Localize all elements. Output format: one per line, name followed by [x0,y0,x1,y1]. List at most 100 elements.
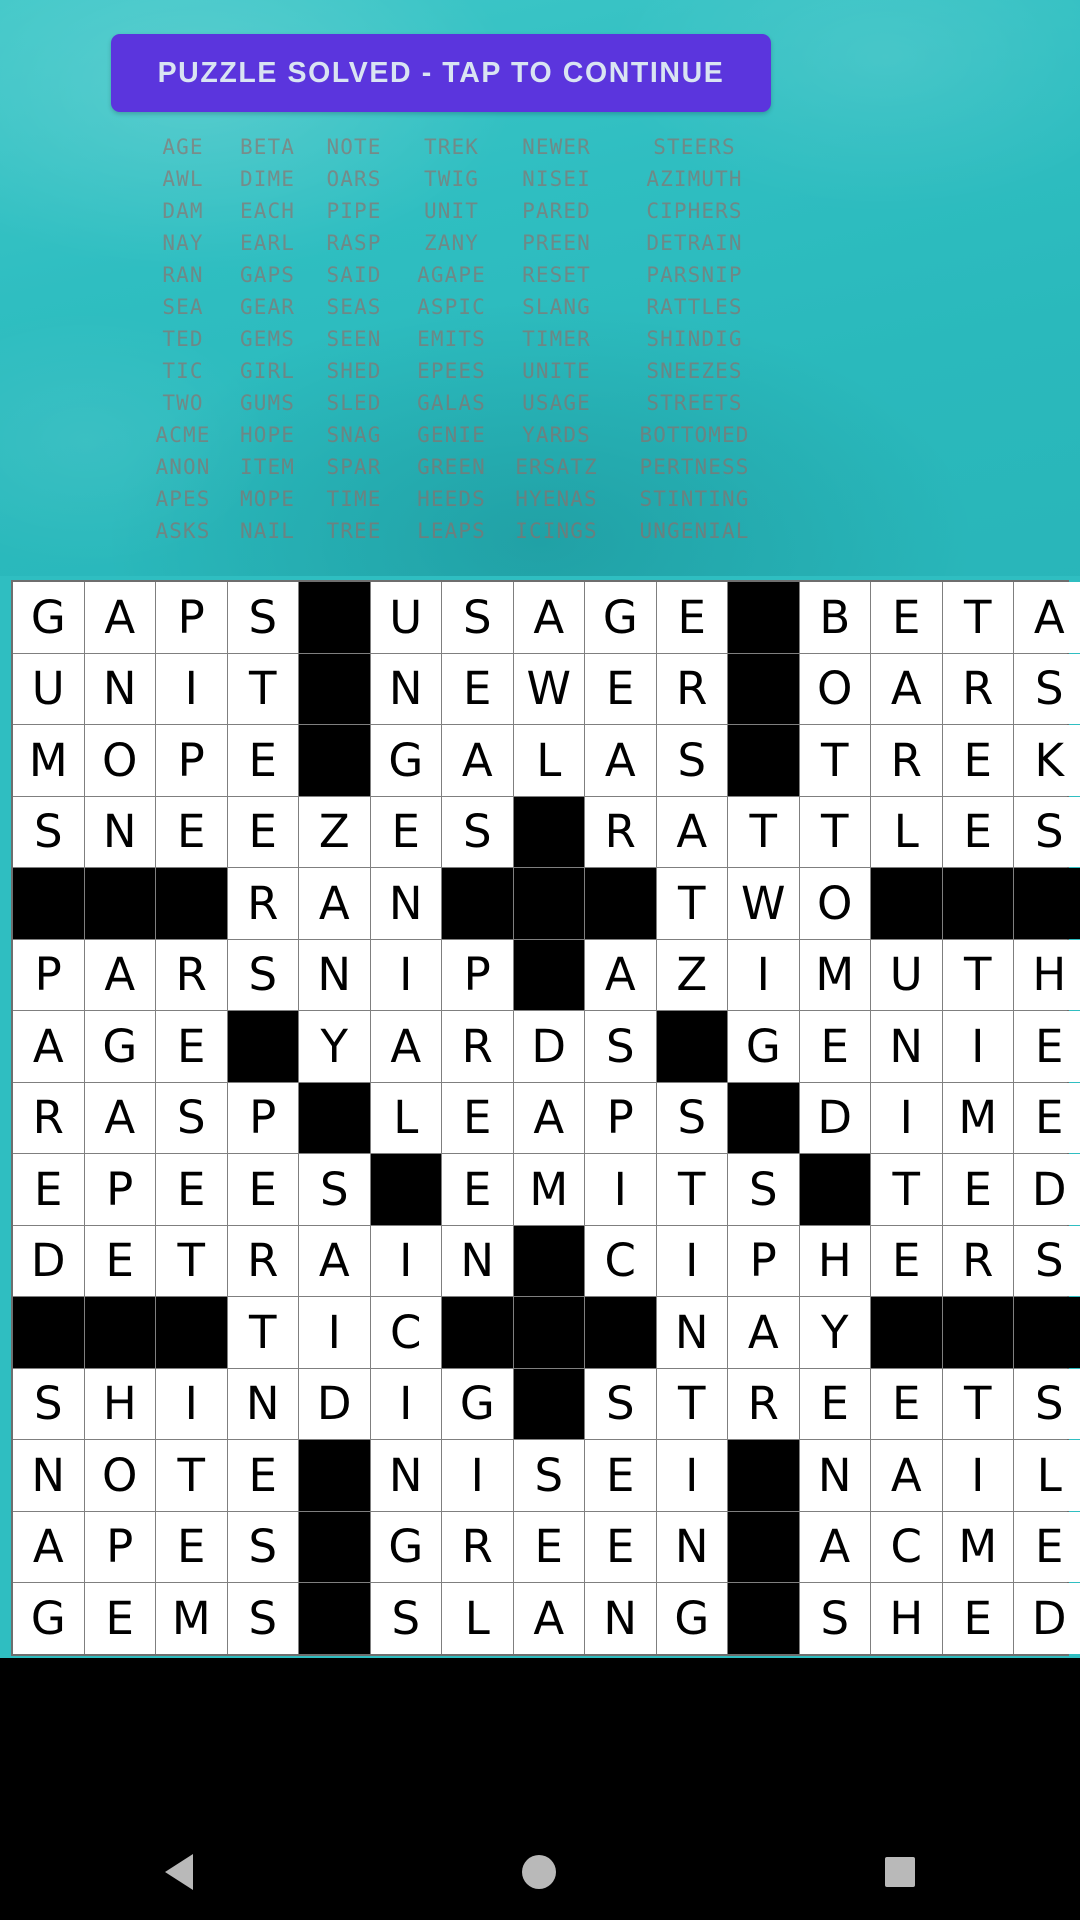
crossword-letter-cell[interactable]: T [799,725,870,796]
crossword-letter-cell[interactable]: H [799,1225,870,1296]
crossword-letter-cell[interactable]: E [13,1154,84,1225]
crossword-letter-cell[interactable]: N [871,1011,942,1082]
crossword-letter-cell[interactable]: I [942,1440,1013,1511]
crossword-letter-cell[interactable]: R [585,796,656,867]
crossword-letter-cell[interactable]: A [370,1011,441,1082]
crossword-letter-cell[interactable]: A [13,1011,84,1082]
crossword-letter-cell[interactable]: N [370,1440,441,1511]
crossword-letter-cell[interactable]: E [942,1154,1013,1225]
crossword-letter-cell[interactable]: E [227,1440,298,1511]
crossword-letter-cell[interactable]: D [1014,1583,1080,1654]
crossword-letter-cell[interactable]: O [84,725,155,796]
crossword-letter-cell[interactable]: I [156,653,227,724]
crossword-letter-cell[interactable]: D [799,1082,870,1153]
crossword-letter-cell[interactable]: E [656,582,727,653]
crossword-letter-cell[interactable]: E [227,1154,298,1225]
crossword-letter-cell[interactable]: T [656,1368,727,1439]
crossword-letter-cell[interactable]: T [942,582,1013,653]
crossword-letter-cell[interactable]: S [227,939,298,1010]
crossword-letter-cell[interactable]: G [728,1011,799,1082]
crossword-letter-cell[interactable]: N [84,796,155,867]
crossword-letter-cell[interactable]: Z [299,796,370,867]
crossword-letter-cell[interactable]: G [370,725,441,796]
crossword-letter-cell[interactable]: I [585,1154,656,1225]
crossword-letter-cell[interactable]: S [728,1154,799,1225]
crossword-letter-cell[interactable]: L [370,1082,441,1153]
crossword-letter-cell[interactable]: T [227,653,298,724]
crossword-letter-cell[interactable]: G [442,1368,513,1439]
crossword-letter-cell[interactable]: E [1014,1511,1080,1582]
crossword-letter-cell[interactable]: I [370,1225,441,1296]
crossword-letter-cell[interactable]: E [227,796,298,867]
crossword-letter-cell[interactable]: A [728,1297,799,1368]
crossword-letter-cell[interactable]: W [513,653,584,724]
crossword-letter-cell[interactable]: E [156,796,227,867]
crossword-letter-cell[interactable]: R [942,1225,1013,1296]
crossword-letter-cell[interactable]: G [585,582,656,653]
crossword-letter-cell[interactable]: H [84,1368,155,1439]
crossword-letter-cell[interactable]: E [942,1583,1013,1654]
crossword-letter-cell[interactable]: G [656,1583,727,1654]
crossword-letter-cell[interactable]: I [942,1011,1013,1082]
crossword-letter-cell[interactable]: E [370,796,441,867]
crossword-letter-cell[interactable]: E [442,653,513,724]
crossword-letter-cell[interactable]: U [871,939,942,1010]
crossword-letter-cell[interactable]: G [13,1583,84,1654]
crossword-letter-cell[interactable]: R [656,653,727,724]
crossword-letter-cell[interactable]: N [227,1368,298,1439]
crossword-letter-cell[interactable]: S [513,1440,584,1511]
crossword-letter-cell[interactable]: R [442,1511,513,1582]
crossword-letter-cell[interactable]: E [871,582,942,653]
crossword-letter-cell[interactable]: P [227,1082,298,1153]
crossword-letter-cell[interactable]: H [871,1583,942,1654]
crossword-letter-cell[interactable]: T [156,1225,227,1296]
crossword-letter-cell[interactable]: A [656,796,727,867]
crossword-letter-cell[interactable]: P [13,939,84,1010]
crossword-letter-cell[interactable]: T [942,1368,1013,1439]
crossword-letter-cell[interactable]: I [728,939,799,1010]
crossword-letter-cell[interactable]: E [871,1225,942,1296]
crossword-letter-cell[interactable]: L [1014,1440,1080,1511]
crossword-letter-cell[interactable]: E [585,653,656,724]
crossword-letter-cell[interactable]: S [227,1583,298,1654]
crossword-letter-cell[interactable]: S [1014,653,1080,724]
crossword-letter-cell[interactable]: L [442,1583,513,1654]
crossword-letter-cell[interactable]: M [942,1511,1013,1582]
crossword-letter-cell[interactable]: S [1014,796,1080,867]
crossword-letter-cell[interactable]: E [799,1368,870,1439]
crossword-letter-cell[interactable]: P [156,725,227,796]
crossword-letter-cell[interactable]: I [656,1440,727,1511]
crossword-letter-cell[interactable]: T [227,1297,298,1368]
home-icon[interactable] [521,1855,556,1889]
crossword-letter-cell[interactable]: S [585,1011,656,1082]
crossword-letter-cell[interactable]: E [585,1511,656,1582]
crossword-letter-cell[interactable]: N [84,653,155,724]
crossword-letter-cell[interactable]: E [942,725,1013,796]
crossword-letter-cell[interactable]: S [799,1583,870,1654]
crossword-letter-cell[interactable]: T [728,796,799,867]
crossword-letter-cell[interactable]: A [585,939,656,1010]
crossword-letter-cell[interactable]: I [299,1297,370,1368]
crossword-letter-cell[interactable]: P [585,1082,656,1153]
crossword-letter-cell[interactable]: S [1014,1225,1080,1296]
crossword-letter-cell[interactable]: P [442,939,513,1010]
crossword-letter-cell[interactable]: C [871,1511,942,1582]
crossword-letter-cell[interactable]: N [13,1440,84,1511]
crossword-letter-cell[interactable]: M [156,1583,227,1654]
crossword-letter-cell[interactable]: I [871,1082,942,1153]
crossword-letter-cell[interactable]: G [370,1511,441,1582]
crossword-letter-cell[interactable]: Y [799,1297,870,1368]
recents-icon[interactable] [885,1857,916,1887]
crossword-letter-cell[interactable]: D [1014,1154,1080,1225]
crossword-letter-cell[interactable]: A [84,939,155,1010]
crossword-letter-cell[interactable]: I [370,939,441,1010]
crossword-letter-cell[interactable]: R [442,1011,513,1082]
crossword-letter-cell[interactable]: E [871,1368,942,1439]
crossword-letter-cell[interactable]: G [84,1011,155,1082]
crossword-letter-cell[interactable]: S [1014,1368,1080,1439]
crossword-letter-cell[interactable]: R [871,725,942,796]
crossword-letter-cell[interactable]: D [299,1368,370,1439]
crossword-letter-cell[interactable]: A [871,1440,942,1511]
crossword-letter-cell[interactable]: A [84,582,155,653]
crossword-letter-cell[interactable]: O [799,653,870,724]
